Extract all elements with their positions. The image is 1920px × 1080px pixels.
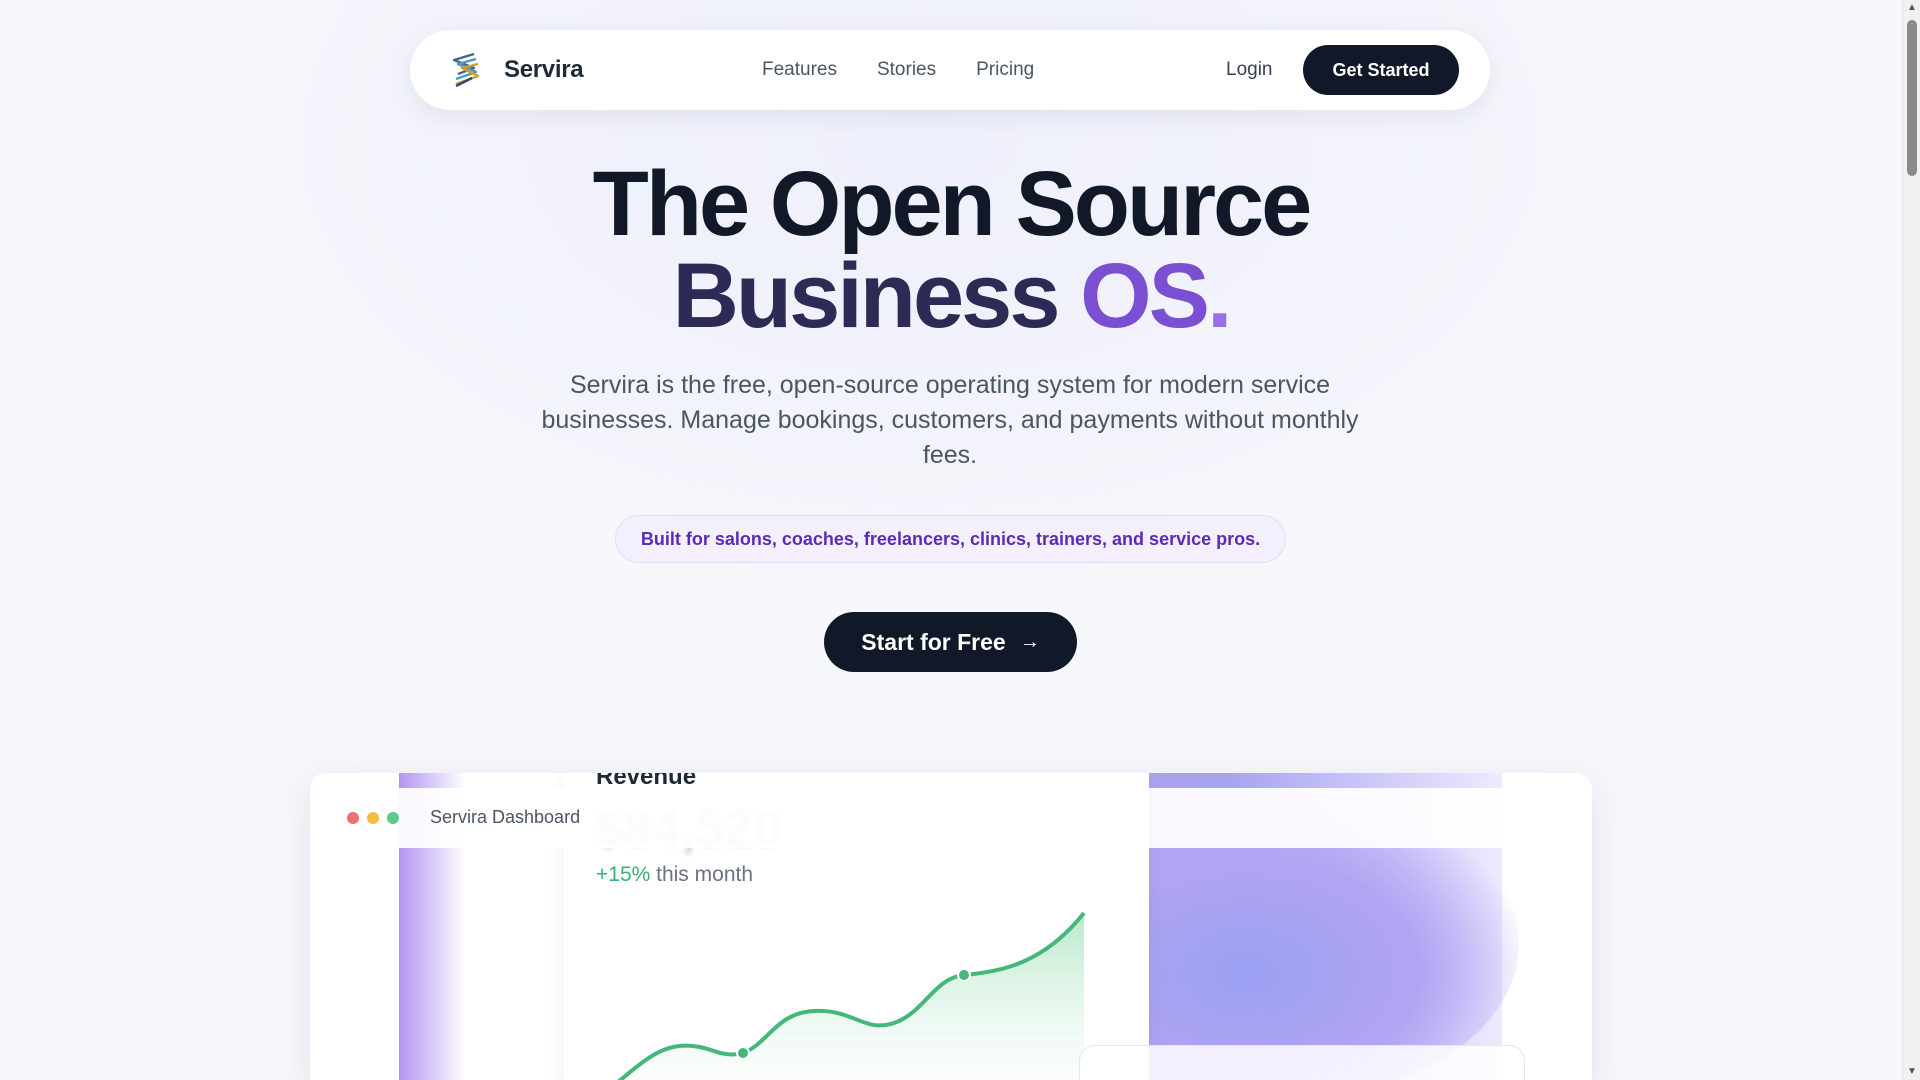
page-scrollbar[interactable]: ▲ ▼: [1902, 0, 1920, 1080]
nav-links: Features Stories Pricing: [762, 30, 1034, 110]
window-title: Servira Dashboard: [430, 807, 581, 827]
login-link[interactable]: Login: [1226, 30, 1273, 110]
hero-title-os: OS: [1080, 245, 1210, 347]
servira-logo-icon: [452, 52, 480, 88]
nav-link-pricing[interactable]: Pricing: [976, 59, 1034, 81]
secondary-card: [1079, 1045, 1525, 1080]
hero-title-line1: The Open Source: [592, 153, 1313, 255]
revenue-point: [736, 1046, 750, 1060]
close-dot-icon[interactable]: [347, 812, 359, 824]
hero-title: The Open Source Business OS.: [0, 158, 1902, 342]
get-started-button[interactable]: Get Started: [1303, 45, 1459, 95]
brand[interactable]: Servira: [444, 48, 584, 92]
hero-title-dot: .: [1207, 245, 1233, 347]
scroll-thumb[interactable]: [1907, 20, 1917, 176]
top-navbar: Servira Features Stories Pricing Login G…: [410, 30, 1490, 110]
landing-page: Servira Features Stories Pricing Login G…: [0, 0, 1902, 1080]
nav-link-features[interactable]: Features: [762, 59, 837, 81]
cta-label: Start for Free: [861, 628, 1006, 655]
hero-title-business: Business: [672, 245, 1060, 347]
nav-link-stories[interactable]: Stories: [877, 59, 936, 81]
scroll-down-icon[interactable]: ▼: [1907, 1067, 1917, 1077]
window-titlebar: Servira Dashboard: [327, 788, 1575, 848]
brand-name: Servira: [504, 56, 584, 83]
hero-title-line2: Business OS.: [0, 250, 1902, 342]
maximize-dot-icon[interactable]: [387, 812, 399, 824]
dashboard-preview: Revenue ··· $84,520 +15% this month: [310, 773, 1592, 1080]
audience-badge: Built for salons, coaches, freelancers, …: [615, 515, 1286, 563]
revenue-line-chart: [617, 911, 1086, 1080]
hero-subtitle: Servira is the free, open-source operati…: [541, 371, 1359, 469]
scroll-up-icon[interactable]: ▲: [1907, 3, 1917, 13]
revenue-point: [957, 968, 971, 982]
start-for-free-button[interactable]: Start for Free →: [824, 612, 1077, 672]
revenue-area: [620, 913, 1084, 1080]
more-options-icon[interactable]: ···: [1089, 773, 1115, 782]
arrow-right-icon: →: [1019, 630, 1040, 653]
minimize-dot-icon[interactable]: [367, 812, 379, 824]
